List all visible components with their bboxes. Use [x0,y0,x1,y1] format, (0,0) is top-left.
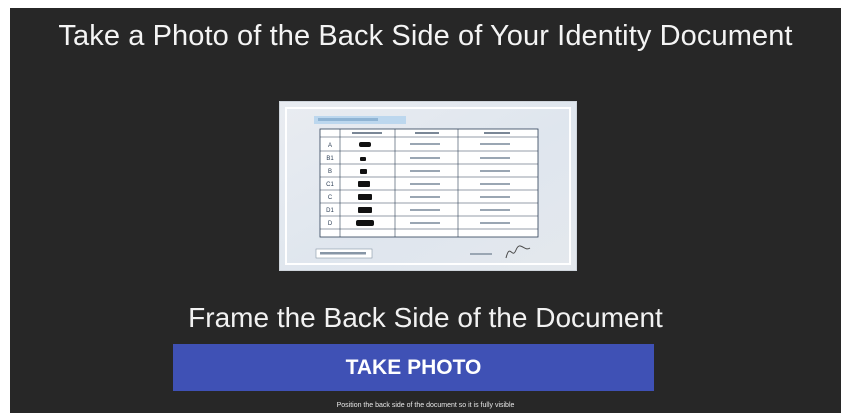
category-label: D [328,221,333,227]
category-label: C [328,195,333,201]
hint-text: Position the back side of the document s… [336,402,515,409]
document-back-illustration: A B1 B C1 C D1 D [280,102,576,270]
take-photo-button[interactable]: TAKE PHOTO [173,344,654,391]
category-label: B1 [326,156,334,162]
category-label: B [328,169,332,175]
capture-screen: Take a Photo of the Back Side of Your Id… [10,8,841,413]
category-label: D1 [326,208,334,214]
category-label: A [328,143,332,149]
category-label: C1 [326,182,334,188]
frame-instruction: Frame the Back Side of the Document [188,302,663,333]
page-title: Take a Photo of the Back Side of Your Id… [58,20,793,52]
